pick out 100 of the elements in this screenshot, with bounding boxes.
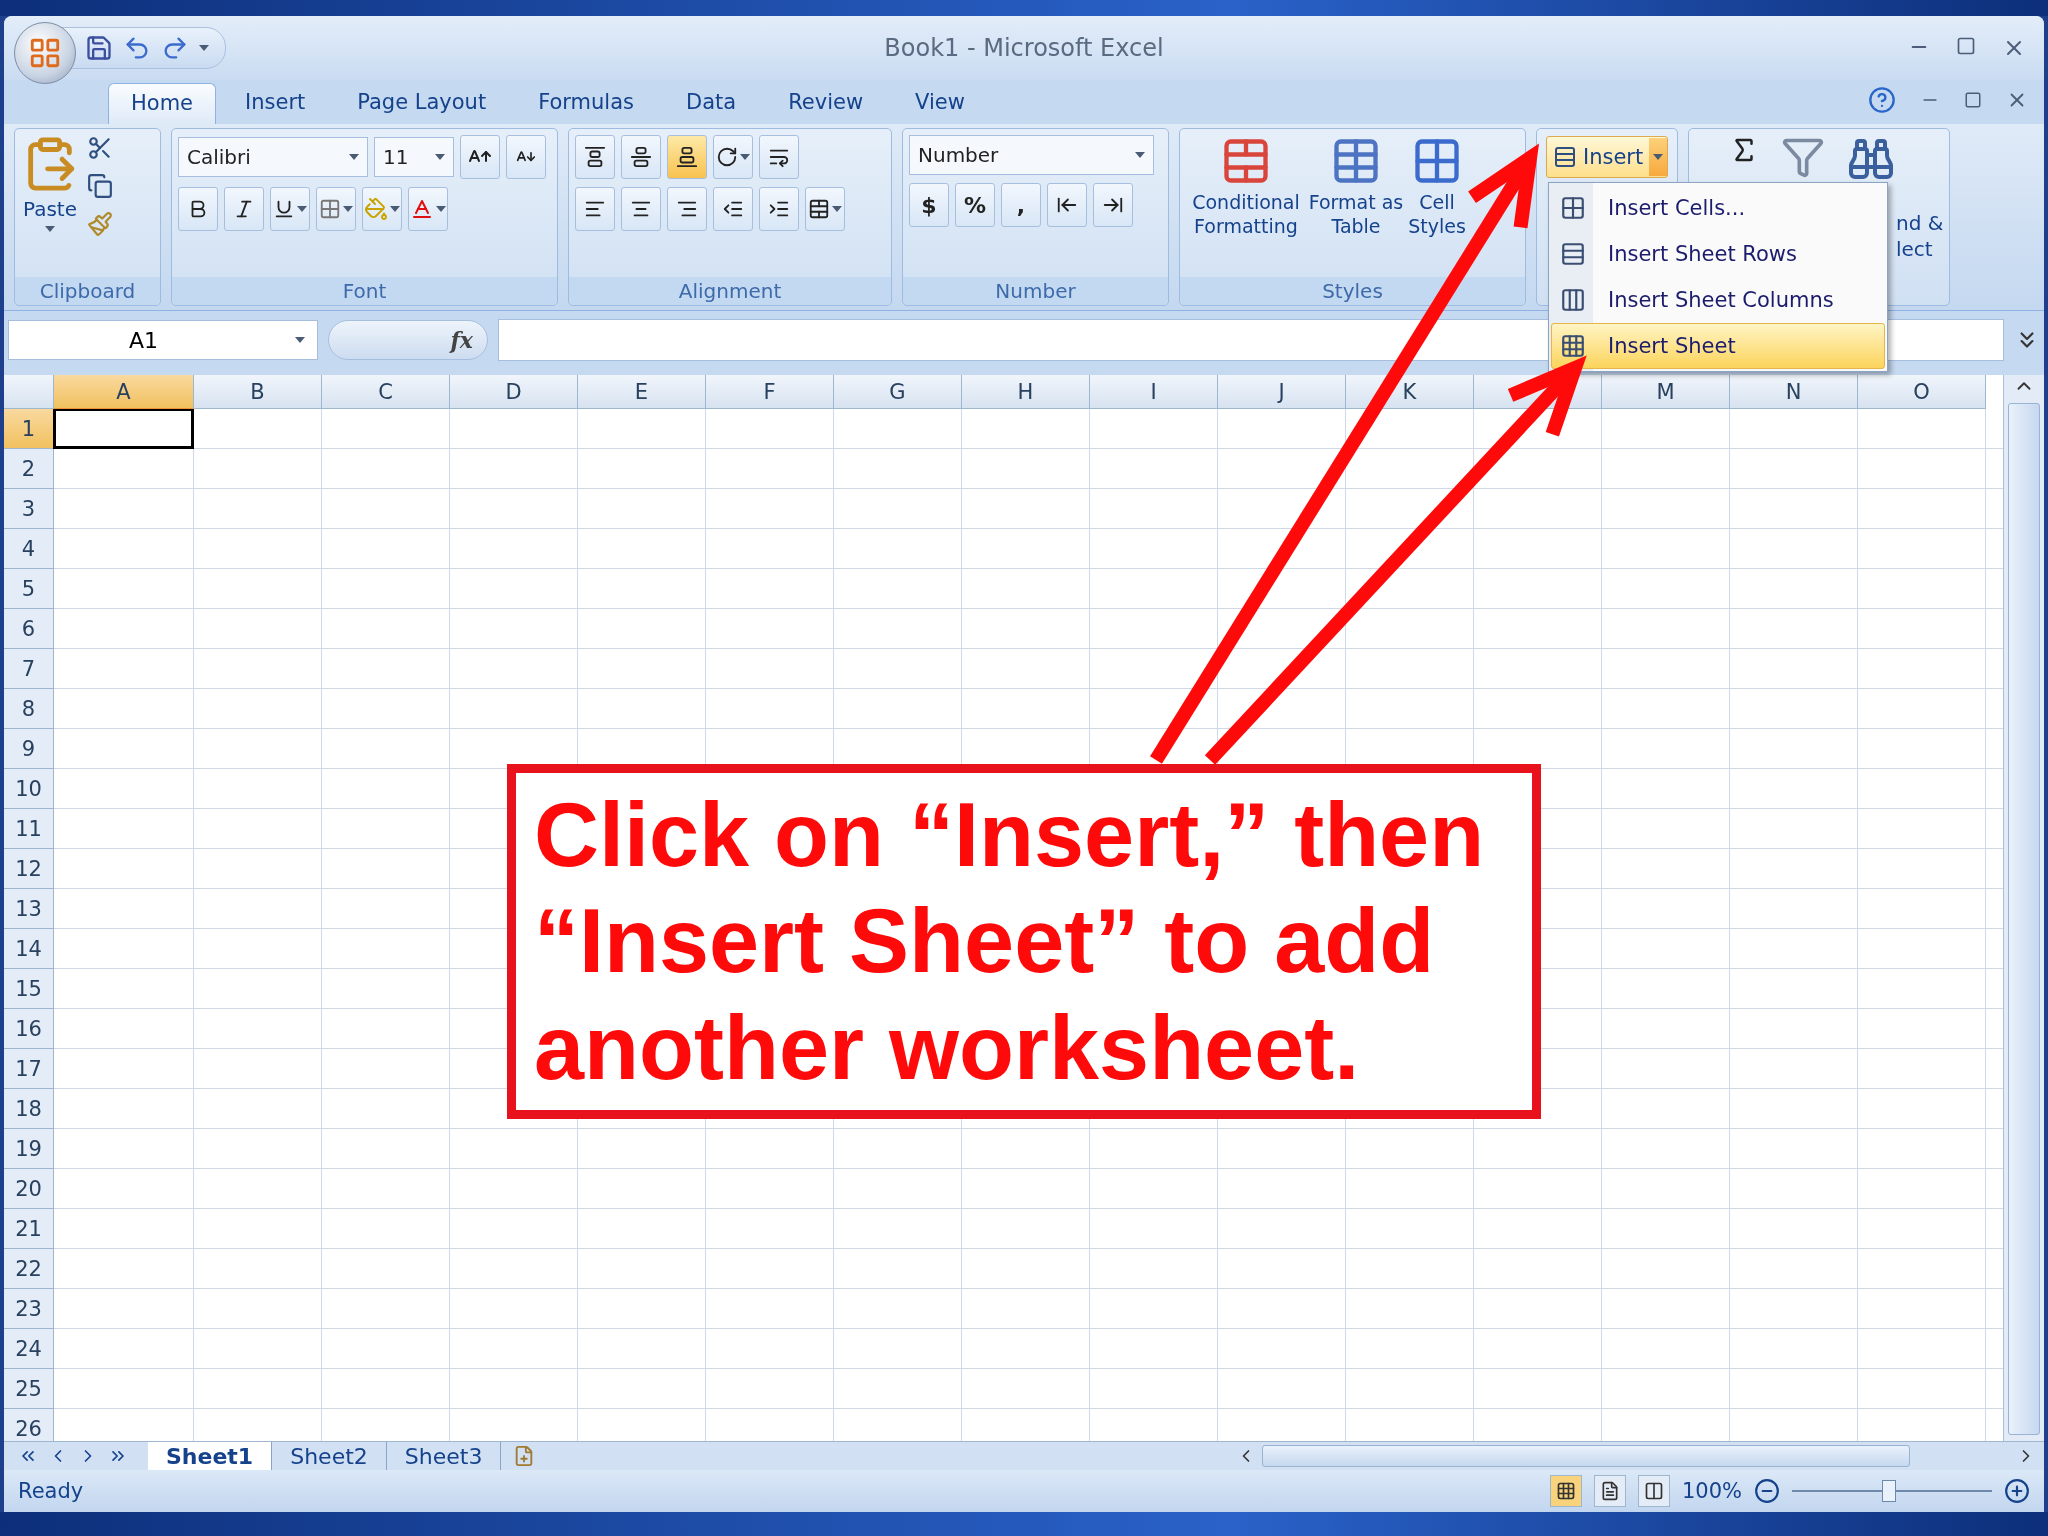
menu-item[interactable]: Insert Sheet Rows [1551,231,1885,277]
brush-icon[interactable] [87,211,113,237]
row-header[interactable]: 9 [4,729,54,769]
row-header[interactable]: 24 [4,1329,54,1369]
row-header[interactable]: 4 [4,529,54,569]
zoom-slider-thumb[interactable] [1882,1480,1896,1502]
row-header[interactable]: 23 [4,1289,54,1329]
row-header[interactable]: 22 [4,1249,54,1289]
normal-view-button[interactable] [1549,1475,1582,1507]
shrink-font-button[interactable] [506,135,546,179]
row-header[interactable]: 18 [4,1089,54,1129]
column-header[interactable]: G [834,375,962,409]
column-header[interactable]: J [1218,375,1346,409]
ribbon-tab[interactable]: Insert [222,82,329,124]
column-header[interactable]: B [194,375,322,409]
ribbon-tab[interactable]: Review [765,82,887,124]
page-layout-button[interactable] [1593,1475,1626,1507]
row-header[interactable]: 13 [4,889,54,929]
row-header[interactable]: 26 [4,1409,54,1441]
horizontal-scroll-thumb[interactable] [1262,1445,1910,1467]
align-left-button[interactable] [575,187,615,231]
help-icon[interactable] [1868,86,1896,114]
save-icon[interactable] [85,34,113,62]
sheet-tab[interactable]: Sheet1 [148,1442,273,1470]
ribbon-tab[interactable]: Home [108,83,216,124]
vertical-align-button[interactable] [621,135,661,179]
zoom-level[interactable]: 100% [1681,1479,1742,1503]
grow-font-button[interactable] [460,135,500,179]
row-header[interactable]: 12 [4,849,54,889]
bold-button[interactable] [178,187,218,231]
ribbon-tab[interactable]: View [892,82,988,124]
ribbon-tab[interactable]: Page Layout [334,82,510,124]
style-button[interactable]: Cell Styles [1404,135,1470,239]
style-button[interactable]: Format as Table [1308,135,1404,239]
decrease-decimal-button[interactable] [1093,183,1133,227]
insert-function-button[interactable]: fx [328,320,488,360]
maximize-icon[interactable] [1956,36,1976,56]
scroll-thumb[interactable] [2008,403,2040,1435]
column-header[interactable]: H [962,375,1090,409]
restore-icon[interactable] [1964,91,1982,109]
row-header[interactable]: 1 [4,409,54,449]
scissors-icon[interactable] [87,135,113,161]
row-header[interactable]: 25 [4,1369,54,1409]
row-header[interactable]: 14 [4,929,54,969]
column-header[interactable]: F [706,375,834,409]
increase-indent-button[interactable] [759,187,799,231]
row-header[interactable]: 2 [4,449,54,489]
column-header[interactable]: N [1730,375,1858,409]
row-header[interactable]: 7 [4,649,54,689]
zoom-in-icon[interactable] [2004,1478,2030,1504]
menu-item[interactable]: Insert Sheet [1551,323,1885,369]
column-header[interactable]: C [322,375,450,409]
menu-item[interactable]: Insert Sheet Columns [1551,277,1885,323]
copy-icon[interactable] [87,173,113,199]
menu-item[interactable]: Insert Cells... [1551,185,1885,231]
page-break-button[interactable] [1637,1475,1670,1507]
fill-color-button[interactable] [362,187,402,231]
column-header[interactable]: D [450,375,578,409]
column-header[interactable]: I [1090,375,1218,409]
row-header[interactable]: 15 [4,969,54,1009]
wrap-text-button[interactable] [759,135,799,179]
number-format-button[interactable]: % [955,183,995,227]
align-right-button[interactable] [667,187,707,231]
italic-button[interactable] [224,187,264,231]
row-header[interactable]: 21 [4,1209,54,1249]
column-header[interactable]: A [54,375,194,409]
row-header[interactable]: 5 [4,569,54,609]
insert-button[interactable]: Insert [1546,136,1669,178]
row-header[interactable]: 16 [4,1009,54,1049]
row-header[interactable]: 11 [4,809,54,849]
vertical-align-button[interactable] [575,135,615,179]
ribbon-tab[interactable]: Data [663,82,760,124]
decrease-indent-button[interactable] [713,187,753,231]
column-header[interactable]: M [1602,375,1730,409]
row-header[interactable]: 17 [4,1049,54,1089]
paste-button[interactable]: Paste [21,135,79,232]
merge-button[interactable] [805,187,845,231]
active-cell[interactable] [53,409,194,449]
font-color-button[interactable] [408,187,448,231]
increase-decimal-button[interactable] [1047,183,1087,227]
underline-button[interactable] [270,187,310,231]
zoom-out-icon[interactable] [1754,1478,1780,1504]
align-center-button[interactable] [621,187,661,231]
font-name-field[interactable]: Calibri [178,137,368,177]
row-header[interactable]: 10 [4,769,54,809]
row-header[interactable]: 19 [4,1129,54,1169]
column-header[interactable]: E [578,375,706,409]
row-header[interactable]: 20 [4,1169,54,1209]
number-format-field[interactable]: Number [909,135,1154,175]
number-format-button[interactable]: , [1001,183,1041,227]
borders-button[interactable] [316,187,356,231]
row-header[interactable]: 3 [4,489,54,529]
row-header[interactable]: 6 [4,609,54,649]
name-box[interactable]: A1 [8,320,318,360]
ribbon-tab[interactable]: Formulas [515,82,657,124]
font-size-field[interactable]: 11 [374,137,454,177]
orientation-button[interactable] [713,135,753,179]
row-header[interactable]: 8 [4,689,54,729]
style-button[interactable]: Conditional Formatting [1184,135,1308,239]
vertical-align-button[interactable] [667,135,707,179]
